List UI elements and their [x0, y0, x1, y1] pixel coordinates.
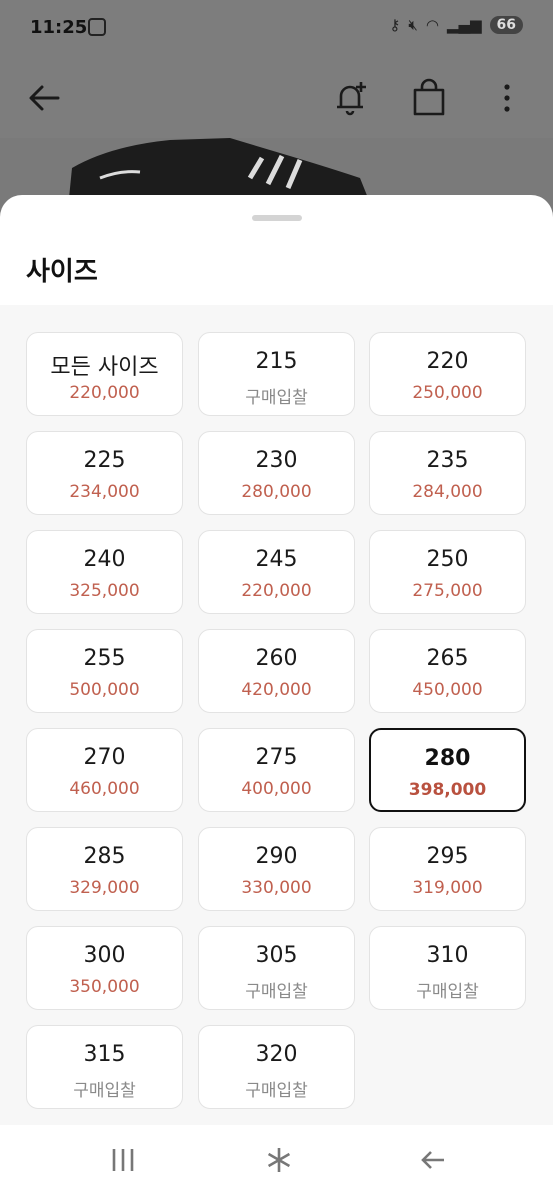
size-label: 215 [255, 349, 298, 374]
size-label: 230 [255, 448, 298, 473]
size-price: 350,000 [69, 977, 140, 997]
size-option-card[interactable]: 320 구매입찰 [198, 1025, 355, 1109]
screenshot-icon [88, 18, 106, 36]
size-price: 500,000 [69, 680, 140, 700]
size-option-card[interactable]: 235 284,000 [369, 431, 526, 515]
size-option-card[interactable]: 265 450,000 [369, 629, 526, 713]
system-nav-bar [0, 1125, 553, 1200]
size-option-card[interactable]: 250 275,000 [369, 530, 526, 614]
size-label: 240 [83, 547, 126, 572]
size-option-card[interactable]: 295 319,000 [369, 827, 526, 911]
size-label: 235 [426, 448, 469, 473]
size-option-card[interactable]: 280 398,000 [369, 728, 526, 812]
bid-label: 구매입찰 [416, 982, 479, 1002]
size-option-card[interactable]: 모든 사이즈 220,000 [26, 332, 183, 416]
size-bottom-sheet: 사이즈 모든 사이즈 220,000 215 구매입찰 220 250,000 225 234… [0, 195, 553, 1125]
size-price: 460,000 [69, 779, 140, 799]
size-label: 280 [424, 746, 471, 771]
size-option-card[interactable]: 290 330,000 [198, 827, 355, 911]
wifi-icon: ◠ [425, 16, 439, 34]
size-option-card[interactable]: 310 구매입찰 [369, 926, 526, 1010]
status-time: 11:25 [30, 17, 88, 38]
size-option-card[interactable]: 230 280,000 [198, 431, 355, 515]
size-option-card[interactable]: 220 250,000 [369, 332, 526, 416]
size-label: 250 [426, 547, 469, 572]
size-price: 398,000 [408, 780, 487, 800]
size-option-card[interactable]: 240 325,000 [26, 530, 183, 614]
size-label: 225 [83, 448, 126, 473]
bid-label: 구매입찰 [245, 982, 308, 1002]
size-price: 250,000 [412, 383, 483, 403]
size-label: 255 [83, 646, 126, 671]
size-label: 265 [426, 646, 469, 671]
shopping-bag-icon[interactable] [407, 76, 451, 120]
size-label: 310 [426, 943, 469, 968]
size-label: 220 [426, 349, 469, 374]
size-label: 모든 사이즈 [50, 355, 159, 380]
size-label: 320 [255, 1042, 298, 1067]
size-option-card[interactable]: 245 220,000 [198, 530, 355, 614]
bid-label: 구매입찰 [245, 388, 308, 408]
status-bar: 11:25 ⚷ 🔇︎ ◠ ▂▄▆ 66 [0, 0, 553, 58]
size-option-card[interactable]: 285 329,000 [26, 827, 183, 911]
back-arrow-icon[interactable] [22, 76, 66, 120]
app-bar [0, 58, 553, 138]
size-price: 284,000 [412, 482, 483, 502]
size-label: 300 [83, 943, 126, 968]
size-label: 315 [83, 1042, 126, 1067]
size-option-card[interactable]: 270 460,000 [26, 728, 183, 812]
status-icons: ⚷ 🔇︎ ◠ ▂▄▆ 66 [389, 16, 523, 34]
size-label: 245 [255, 547, 298, 572]
size-option-card[interactable]: 215 구매입찰 [198, 332, 355, 416]
mute-icon: 🔇︎ [408, 16, 418, 34]
size-price: 450,000 [412, 680, 483, 700]
battery-indicator: 66 [489, 16, 523, 34]
size-label: 285 [83, 844, 126, 869]
size-price: 234,000 [69, 482, 140, 502]
size-grid: 모든 사이즈 220,000 215 구매입찰 220 250,000 225 234,000… [0, 305, 553, 1125]
drag-handle[interactable] [252, 215, 302, 221]
size-label: 305 [255, 943, 298, 968]
bid-label: 구매입찰 [73, 1081, 136, 1101]
size-option-card[interactable]: 315 구매입찰 [26, 1025, 183, 1109]
size-label: 275 [255, 745, 298, 770]
size-price: 275,000 [412, 581, 483, 601]
size-label: 295 [426, 844, 469, 869]
recent-apps-icon[interactable] [108, 1145, 138, 1175]
bid-label: 구매입찰 [245, 1081, 308, 1101]
size-label: 290 [255, 844, 298, 869]
size-label: 260 [255, 646, 298, 671]
home-icon[interactable] [264, 1145, 294, 1175]
size-price: 280,000 [241, 482, 312, 502]
more-vertical-icon[interactable] [485, 76, 529, 120]
sheet-title: 사이즈 [26, 257, 98, 287]
size-option-card[interactable]: 255 500,000 [26, 629, 183, 713]
size-option-card[interactable]: 260 420,000 [198, 629, 355, 713]
size-option-card[interactable]: 300 350,000 [26, 926, 183, 1010]
size-option-card[interactable]: 275 400,000 [198, 728, 355, 812]
size-option-card[interactable]: 225 234,000 [26, 431, 183, 515]
notification-add-icon[interactable] [328, 76, 372, 120]
size-price: 420,000 [241, 680, 312, 700]
size-option-card[interactable]: 305 구매입찰 [198, 926, 355, 1010]
size-price: 325,000 [69, 581, 140, 601]
size-price: 319,000 [412, 878, 483, 898]
signal-icon: ▂▄▆ [446, 16, 482, 34]
size-label: 270 [83, 745, 126, 770]
size-price: 400,000 [241, 779, 312, 799]
system-back-icon[interactable] [418, 1145, 448, 1175]
size-price: 330,000 [241, 878, 312, 898]
size-price: 220,000 [241, 581, 312, 601]
size-price: 329,000 [69, 878, 140, 898]
size-price: 220,000 [69, 383, 140, 403]
key-icon: ⚷ [389, 16, 401, 34]
